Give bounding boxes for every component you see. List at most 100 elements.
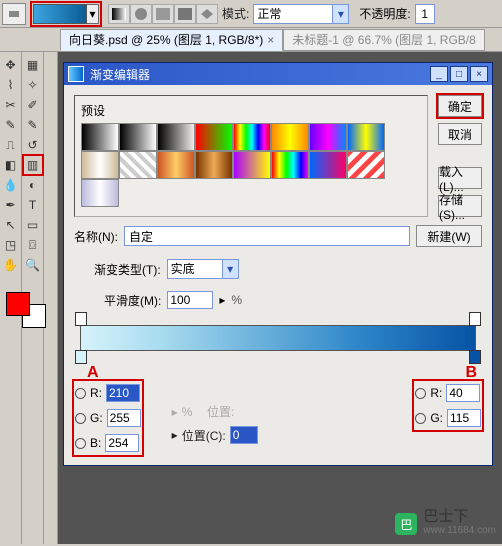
- linear-gradient-icon[interactable]: [108, 4, 130, 24]
- radial-gradient-icon[interactable]: [130, 4, 152, 24]
- move-tool-icon[interactable]: ✥: [2, 56, 20, 74]
- smoothness-arrow-icon[interactable]: ▸: [219, 293, 225, 307]
- gradient-tool-icon[interactable]: ▥: [24, 156, 42, 174]
- radio-g-a[interactable]: [75, 413, 86, 424]
- color-stop-left[interactable]: [75, 350, 87, 364]
- wand-tool-icon[interactable]: ✧: [24, 76, 42, 94]
- gradient-type-select[interactable]: 实底: [167, 259, 223, 279]
- preset-grid: [81, 123, 421, 207]
- workspace: ✥ ⌇ ✂ ✎ ⎍ ◧ 💧 ✒ ↖ ◳ ✋ ▦ ✧ ✐ ✎ ↺ ▥ ◐ T ▭ …: [0, 52, 502, 544]
- ok-button[interactable]: 确定: [438, 95, 482, 117]
- r-input-a[interactable]: [106, 384, 140, 402]
- b-input-a[interactable]: [105, 434, 139, 452]
- opacity-input[interactable]: [415, 4, 435, 24]
- tab-label: 未标题-1 @ 66.7% (图层 1, RGB/8: [292, 31, 476, 48]
- history-brush-icon[interactable]: ↺: [24, 136, 42, 154]
- color-swatch[interactable]: [6, 292, 46, 328]
- location-row: ▸ 位置(C):: [172, 426, 258, 444]
- path-tool-icon[interactable]: ↖: [2, 216, 20, 234]
- brush-tool-icon[interactable]: ✎: [24, 116, 42, 134]
- gradient-type-arrow[interactable]: ▾: [223, 259, 239, 279]
- pen-tool-icon[interactable]: ✒: [2, 196, 20, 214]
- dodge-tool-icon[interactable]: ◐: [24, 176, 42, 194]
- cancel-button[interactable]: 取消: [438, 123, 482, 145]
- maximize-icon[interactable]: □: [450, 66, 468, 82]
- hand-tool-icon[interactable]: ✋: [2, 256, 20, 274]
- color-stop-right[interactable]: [469, 350, 481, 364]
- opacity-stop-right[interactable]: [469, 312, 481, 326]
- diamond-gradient-icon[interactable]: [196, 4, 218, 24]
- 3d-tool-icon[interactable]: ◳: [2, 236, 20, 254]
- smoothness-input[interactable]: [167, 291, 213, 309]
- lasso-tool-icon[interactable]: ⌇: [2, 76, 20, 94]
- type-tool-icon[interactable]: T: [24, 196, 42, 214]
- mode-select-arrow[interactable]: ▾: [333, 4, 349, 24]
- marker-a: A: [87, 364, 99, 382]
- marquee-tool-icon[interactable]: ▦: [24, 56, 42, 74]
- preset-swatch[interactable]: [157, 123, 195, 151]
- gradient-preview[interactable]: [33, 4, 87, 24]
- close-icon[interactable]: ×: [267, 33, 274, 47]
- r-input-b[interactable]: [446, 384, 480, 402]
- radio-r-a[interactable]: [75, 388, 86, 399]
- stamp-tool-icon[interactable]: ⎍: [2, 136, 20, 154]
- marker-b: B: [465, 364, 477, 382]
- blur-tool-icon[interactable]: 💧: [2, 176, 20, 194]
- tab-sunflower[interactable]: 向日葵.psd @ 25% (图层 1, RGB/8*) ×: [60, 29, 283, 51]
- preset-swatch[interactable]: [157, 151, 195, 179]
- eyedrop-tool-icon[interactable]: ✐: [24, 96, 42, 114]
- g-input-a[interactable]: [107, 409, 141, 427]
- rgb-block-b: R: G:: [414, 381, 482, 430]
- document-tabs: 向日葵.psd @ 25% (图层 1, RGB/8*) × 未标题-1 @ 6…: [0, 28, 502, 52]
- opacity-stop-left[interactable]: [75, 312, 87, 326]
- preset-swatch[interactable]: [195, 151, 233, 179]
- preset-swatch[interactable]: [119, 123, 157, 151]
- preset-swatch[interactable]: [233, 123, 271, 151]
- gradient-dropdown[interactable]: ▾: [87, 4, 99, 24]
- heal-tool-icon[interactable]: ✎: [2, 116, 20, 134]
- preset-swatch[interactable]: [233, 151, 271, 179]
- radio-r-b[interactable]: [415, 388, 426, 399]
- preset-swatch[interactable]: [81, 123, 119, 151]
- radio-b-a[interactable]: [75, 438, 86, 449]
- preset-swatch[interactable]: [271, 151, 309, 179]
- preset-swatch[interactable]: [309, 151, 347, 179]
- watermark-text2: www.11684.com: [423, 524, 496, 538]
- rgb-block-a: R: G: B:: [74, 381, 142, 455]
- preset-swatch[interactable]: [347, 123, 385, 151]
- g-input-b[interactable]: [447, 409, 481, 427]
- load-button[interactable]: 载入(L)...: [438, 167, 482, 189]
- zoom-tool-icon[interactable]: 🔍: [24, 256, 42, 274]
- preset-swatch[interactable]: [81, 151, 119, 179]
- tab-untitled[interactable]: 未标题-1 @ 66.7% (图层 1, RGB/8: [283, 29, 485, 51]
- mode-select[interactable]: 正常: [253, 4, 333, 24]
- radio-g-b[interactable]: [415, 413, 426, 424]
- close-icon[interactable]: ×: [470, 66, 488, 82]
- preset-swatch[interactable]: [309, 123, 347, 151]
- tool-preset-btn[interactable]: [2, 3, 26, 25]
- camera-tool-icon[interactable]: ⌼: [24, 236, 42, 254]
- save-button[interactable]: 存储(S)...: [438, 195, 482, 217]
- preset-swatch[interactable]: [119, 151, 157, 179]
- shape-tool-icon[interactable]: ▭: [24, 216, 42, 234]
- preset-swatch[interactable]: [81, 179, 119, 207]
- angle-gradient-icon[interactable]: [152, 4, 174, 24]
- opacity-row-disabled: ▸% 位置:: [172, 403, 258, 420]
- percent-label: %: [231, 293, 242, 307]
- gradient-bar[interactable]: A B: [80, 325, 476, 351]
- preset-swatch[interactable]: [347, 151, 385, 179]
- crop-tool-icon[interactable]: ✂: [2, 96, 20, 114]
- reflected-gradient-icon[interactable]: [174, 4, 196, 24]
- preset-swatch[interactable]: [195, 123, 233, 151]
- dialog-titlebar[interactable]: 渐变编辑器 _ □ ×: [64, 63, 492, 85]
- location-input[interactable]: [230, 426, 258, 444]
- fg-color[interactable]: [6, 292, 30, 316]
- name-input[interactable]: [124, 226, 410, 246]
- label-g: G:: [90, 411, 103, 425]
- preset-swatch[interactable]: [271, 123, 309, 151]
- eraser-tool-icon[interactable]: ◧: [2, 156, 20, 174]
- new-button[interactable]: 新建(W): [416, 225, 482, 247]
- name-label: 名称(N):: [74, 228, 118, 245]
- watermark-text1: 巴士下: [423, 510, 496, 524]
- minimize-icon[interactable]: _: [430, 66, 448, 82]
